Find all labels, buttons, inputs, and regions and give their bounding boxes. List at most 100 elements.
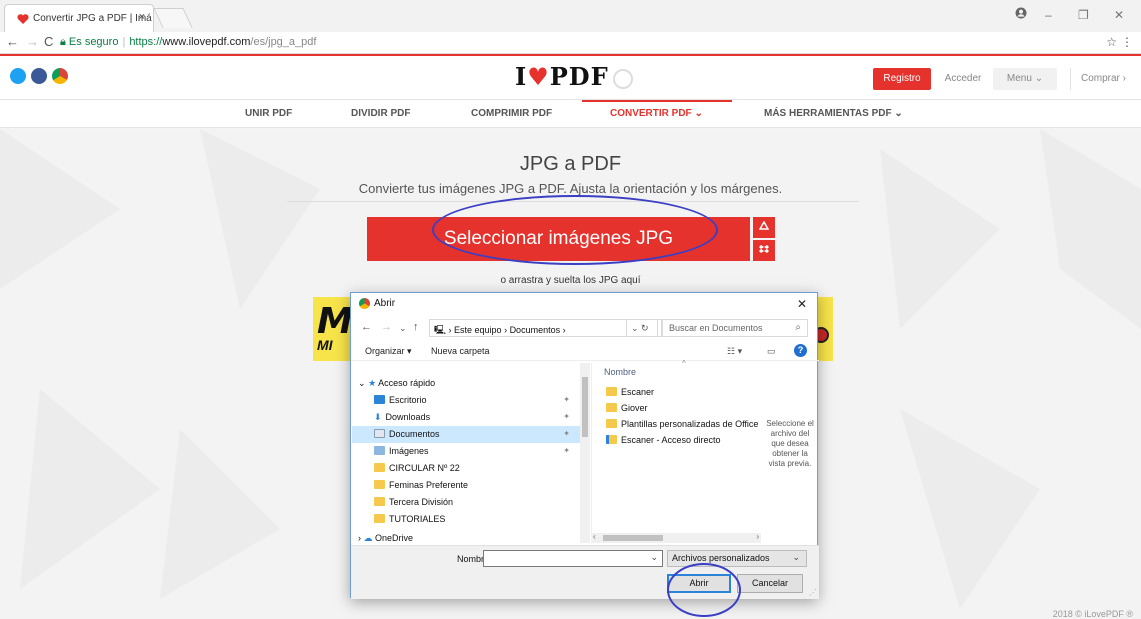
- dialog-title-text: Abrir: [374, 298, 396, 310]
- file-item-giover[interactable]: Giover: [606, 403, 648, 413]
- path-part-documentos[interactable]: Documentos: [510, 325, 561, 335]
- file-list: ^ Nombre Escaner Giover Plantillas perso…: [591, 359, 761, 543]
- expand-chevron-icon: ⌄: [358, 378, 366, 388]
- pictures-icon: [374, 446, 385, 455]
- cancel-button[interactable]: Cancelar: [737, 574, 803, 593]
- help-icon[interactable]: ?: [794, 344, 807, 357]
- facebook-icon[interactable]: [31, 68, 47, 84]
- column-header-nombre[interactable]: Nombre: [604, 367, 636, 377]
- hscroll-thumb[interactable]: [603, 535, 663, 541]
- dialog-recent-icon[interactable]: ⌄: [399, 323, 407, 334]
- file-item-escaner-shortcut[interactable]: Escaner - Acceso directo: [606, 435, 721, 445]
- chevron-down-icon[interactable]: ⌄: [650, 552, 658, 563]
- dialog-forward-icon[interactable]: →: [381, 321, 392, 333]
- path-dropdown-refresh[interactable]: ⌄ ↻: [626, 319, 658, 337]
- logo-badge-icon: [612, 68, 633, 89]
- tree-item-tutoriales[interactable]: TUTORIALES: [352, 511, 580, 528]
- reload-icon[interactable]: C: [44, 34, 53, 49]
- new-tab-button[interactable]: [153, 8, 193, 28]
- pc-icon: 🖳︎: [434, 325, 447, 335]
- nav-dividir-pdf[interactable]: DIVIDIR PDF: [351, 108, 410, 119]
- preview-pane-icon[interactable]: ▭: [767, 346, 776, 357]
- site-header: I♥PDF Registro Acceder Menu ⌄ Comprar ›: [0, 56, 1141, 100]
- tree-scroll-thumb[interactable]: [582, 377, 588, 437]
- file-item-escaner[interactable]: Escaner: [606, 387, 654, 397]
- back-icon[interactable]: ←: [6, 34, 19, 49]
- download-icon: ⬇: [374, 412, 382, 422]
- bookmark-star-icon[interactable]: ☆: [1106, 35, 1117, 49]
- tree-item-feminas[interactable]: Feminas Preferente: [352, 477, 580, 494]
- nav-unir-pdf[interactable]: UNIR PDF: [245, 108, 292, 119]
- comprar-link[interactable]: Comprar ›: [1070, 68, 1136, 90]
- forward-icon[interactable]: →: [26, 34, 39, 49]
- tree-item-acceso-rapido[interactable]: ⌄ ★ Acceso rápido: [352, 375, 580, 392]
- chrome-icon[interactable]: [52, 68, 68, 84]
- url-path: /es/jpg_a_pdf: [250, 36, 317, 48]
- shortcut-icon: [606, 435, 617, 444]
- nueva-carpeta-button[interactable]: Nueva carpeta: [431, 346, 490, 356]
- file-item-label: Escaner: [621, 387, 655, 397]
- tab-close-icon[interactable]: ×: [139, 11, 145, 23]
- nav-mas-herramientas[interactable]: MÁS HERRAMIENTAS PDF ⌄: [764, 108, 903, 119]
- window-close-icon[interactable]: ✕: [1114, 8, 1124, 22]
- dialog-up-icon[interactable]: ↑: [413, 321, 419, 333]
- menu-button[interactable]: Menu ⌄: [993, 68, 1057, 90]
- nav-convertir-pdf[interactable]: CONVERTIR PDF ⌄: [610, 108, 703, 119]
- sort-caret-icon: ^: [682, 359, 686, 368]
- folder-icon: [606, 419, 617, 428]
- folder-icon: [606, 387, 617, 396]
- search-icon: ⌕: [795, 322, 801, 333]
- tree-item-circular[interactable]: CIRCULAR Nº 22: [352, 460, 580, 477]
- tree-item-onedrive[interactable]: › ☁ OneDrive: [352, 530, 580, 542]
- ilovepdf-logo[interactable]: I♥PDF: [515, 62, 633, 91]
- tree-item-imagenes[interactable]: Imágenes ✦: [352, 443, 580, 460]
- resize-grip-icon[interactable]: ⋰: [809, 588, 817, 597]
- profile-icon[interactable]: [1015, 7, 1027, 19]
- dialog-back-icon[interactable]: ←: [361, 321, 372, 333]
- scroll-right-icon[interactable]: ›: [756, 532, 759, 541]
- tree-item-label: Downloads: [385, 412, 431, 422]
- file-item-plantillas[interactable]: Plantillas personalizadas de Office: [606, 419, 758, 429]
- organizar-button[interactable]: Organizar ▾: [365, 346, 412, 357]
- chrome-icon: [359, 298, 370, 309]
- view-options-icon[interactable]: ☷ ▾: [727, 346, 742, 357]
- folder-icon: [374, 497, 385, 506]
- minimize-icon[interactable]: –: [1045, 8, 1052, 22]
- open-file-dialog: Abrir ✕ ← → ⌄ ↑ 🖳︎ › Este equipo › Docum…: [350, 292, 819, 599]
- dialog-search-input[interactable]: Buscar en Documentos ⌕: [662, 319, 808, 337]
- filename-input[interactable]: ⌄: [483, 550, 663, 567]
- ad-subtext: MI: [317, 337, 333, 353]
- dropbox-button[interactable]: [753, 240, 775, 261]
- restore-icon[interactable]: ❐: [1078, 8, 1089, 22]
- browser-menu-icon[interactable]: ⋮: [1121, 35, 1133, 49]
- tree-item-documentos[interactable]: Documentos ✦: [352, 426, 580, 443]
- tree-item-escritorio[interactable]: Escritorio ✦: [352, 392, 580, 409]
- acceder-button[interactable]: Acceder: [938, 68, 988, 90]
- registro-button[interactable]: Registro: [873, 68, 931, 90]
- browser-tab[interactable]: Convertir JPG a PDF | Imá ×: [4, 4, 154, 32]
- path-part-equipo[interactable]: Este equipo: [454, 325, 502, 335]
- dialog-close-icon[interactable]: ✕: [797, 297, 807, 311]
- file-list-hscrollbar[interactable]: ‹ ›: [591, 532, 761, 543]
- scroll-left-icon[interactable]: ‹: [593, 532, 596, 541]
- url-field[interactable]: 🔒︎ Es seguro | https://www.ilovepdf.com/es…: [60, 34, 1110, 52]
- dialog-title: Abrir: [359, 298, 395, 309]
- tree-item-label: Documentos: [389, 429, 440, 439]
- pin-icon: ✦: [563, 429, 570, 438]
- tree-scrollbar[interactable]: [580, 363, 590, 543]
- tree-item-tercera[interactable]: Tercera División: [352, 494, 580, 511]
- dialog-nav-row: ← → ⌄ ↑ 🖳︎ › Este equipo › Documentos › …: [351, 317, 819, 339]
- browser-tab-bar: Convertir JPG a PDF | Imá × – ❐ ✕: [0, 0, 1141, 32]
- folder-icon: [606, 403, 617, 412]
- tree-item-label: Acceso rápido: [378, 378, 436, 388]
- tree-item-downloads[interactable]: ⬇ Downloads ✦: [352, 409, 580, 426]
- google-drive-button[interactable]: [753, 217, 775, 238]
- twitter-icon[interactable]: [10, 68, 26, 84]
- tab-title: Convertir JPG a PDF | Imá: [33, 13, 152, 24]
- navigation-tree: ⌄ ★ Acceso rápido Escritorio ✦ ⬇ Downloads…: [352, 363, 590, 543]
- nav-comprimir-pdf[interactable]: COMPRIMIR PDF: [471, 108, 552, 119]
- tools-nav: UNIR PDF DIVIDIR PDF COMPRIMIR PDF CONVE…: [0, 100, 1141, 128]
- documents-icon: [374, 429, 385, 438]
- annotation-ellipse-select: [432, 195, 718, 265]
- folder-icon: [374, 480, 385, 489]
